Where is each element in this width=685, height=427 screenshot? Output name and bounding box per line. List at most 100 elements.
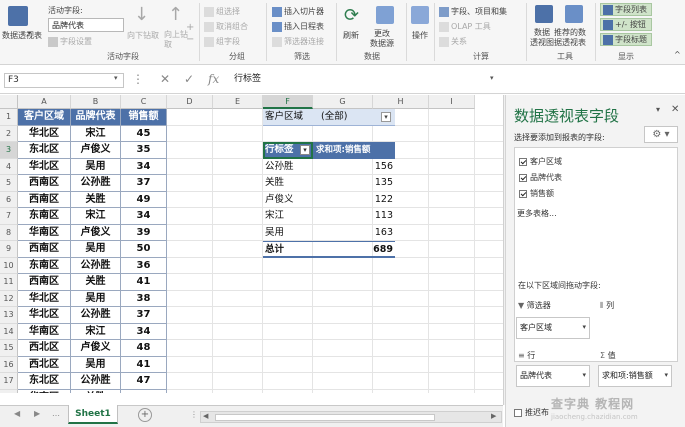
pivot-chart-button[interactable]: 数据 透视图	[530, 28, 554, 48]
pivot-row-name[interactable]: 宋江	[263, 208, 313, 225]
checkbox-checked-icon[interactable]	[519, 173, 527, 182]
table-cell[interactable]: 西南区	[18, 191, 71, 208]
row-item-rep[interactable]: 品牌代表 ▾	[516, 365, 590, 387]
more-tables-link[interactable]: 更多表格...	[517, 208, 557, 219]
row-header-7[interactable]: 7	[0, 208, 18, 225]
name-box-dropdown-icon[interactable]: ▾	[114, 74, 118, 82]
column-header-g[interactable]: G	[313, 95, 373, 109]
column-header-h[interactable]: H	[373, 95, 429, 109]
row-header-3[interactable]: 3	[0, 142, 18, 159]
table-cell[interactable]: 华北区	[18, 125, 71, 142]
column-header-f[interactable]: F	[263, 95, 313, 109]
table-cell[interactable]: 47	[121, 373, 167, 390]
table-cell[interactable]: 卢俊义	[71, 340, 121, 357]
table-header-cell[interactable]: 品牌代表	[71, 109, 121, 126]
pivot-row-value[interactable]: 156	[313, 159, 395, 176]
table-cell[interactable]: 关胜	[71, 389, 121, 393]
table-cell[interactable]: 西南区	[18, 274, 71, 291]
table-cell[interactable]: 公孙胜	[71, 257, 121, 274]
pivot-table-button[interactable]: 数据透视表	[2, 30, 42, 41]
table-cell[interactable]: 49	[121, 191, 167, 208]
pivot-row-value[interactable]: 122	[313, 192, 395, 209]
field-item-sales[interactable]: 销售额	[519, 188, 554, 199]
table-cell[interactable]: 华南区	[18, 323, 71, 340]
scroll-left-icon[interactable]: ◀	[203, 412, 208, 420]
row-header-16[interactable]: 16	[0, 356, 18, 373]
table-cell[interactable]: 34	[121, 158, 167, 175]
worksheet-grid[interactable]: ABCDEFGHI 12345678910111213141516171819 …	[0, 95, 503, 393]
field-headers-button[interactable]: 字段标题	[600, 33, 652, 46]
drill-down-button[interactable]: 向下钻取	[127, 30, 159, 41]
split-handle-icon[interactable]: ⋮	[190, 410, 198, 419]
pivot-row-value[interactable]: 163	[313, 225, 395, 242]
pivot-row-value[interactable]: 113	[313, 208, 395, 225]
table-cell[interactable]: 45	[121, 125, 167, 142]
table-cell[interactable]: 东南区	[18, 208, 71, 225]
add-sheet-icon[interactable]: +	[138, 408, 152, 422]
row-header-1[interactable]: 1	[0, 109, 18, 126]
pivot-value-header[interactable]: 求和项:销售额	[313, 142, 395, 159]
table-cell[interactable]: 36	[121, 257, 167, 274]
insert-function-icon[interactable]: fx	[208, 72, 219, 86]
column-header-i[interactable]: I	[429, 95, 475, 109]
table-cell[interactable]: 公孙胜	[71, 175, 121, 192]
column-header-b[interactable]: B	[71, 95, 121, 109]
table-cell[interactable]: 华南区	[18, 224, 71, 241]
olap-tools-button[interactable]: OLAP 工具	[439, 21, 491, 32]
group-selection-button[interactable]: 组选择	[204, 6, 240, 17]
table-cell[interactable]: 西南区	[18, 175, 71, 192]
pivot-row-name[interactable]: 吴用	[263, 225, 313, 242]
row-header-8[interactable]: 8	[0, 224, 18, 241]
table-cell[interactable]: 38	[121, 290, 167, 307]
row-header-15[interactable]: 15	[0, 340, 18, 357]
expand-formula-icon[interactable]: ▾	[490, 74, 494, 82]
table-cell[interactable]: 39	[121, 224, 167, 241]
collapse-field-icon[interactable]: −	[186, 34, 194, 45]
select-all-corner[interactable]	[0, 95, 18, 109]
field-settings-button[interactable]: 字段设置	[48, 36, 92, 47]
formula-input[interactable]: 行标签	[234, 73, 499, 88]
table-cell[interactable]: 西南区	[18, 241, 71, 258]
table-header-cell[interactable]: 销售额	[121, 109, 167, 126]
row-header-11[interactable]: 11	[0, 274, 18, 291]
cancel-icon[interactable]: ✕	[160, 72, 170, 86]
checkbox-checked-icon[interactable]	[519, 157, 527, 166]
table-cell[interactable]: 东北区	[18, 142, 71, 159]
table-cell[interactable]: 吴用	[71, 290, 121, 307]
fields-items-button[interactable]: 字段、项目和集	[439, 6, 507, 17]
table-cell[interactable]: 华北区	[18, 158, 71, 175]
row-header-18[interactable]: 18	[0, 389, 18, 393]
pivot-row-value[interactable]: 135	[313, 175, 395, 192]
table-cell[interactable]: 东北区	[18, 373, 71, 390]
table-cell[interactable]: 东南区	[18, 257, 71, 274]
column-header-d[interactable]: D	[167, 95, 213, 109]
expand-field-icon[interactable]: +	[186, 22, 194, 33]
column-header-e[interactable]: E	[213, 95, 263, 109]
table-cell[interactable]: 华北区	[18, 290, 71, 307]
row-header-10[interactable]: 10	[0, 257, 18, 274]
column-header-a[interactable]: A	[18, 95, 71, 109]
gear-icon[interactable]: ⚙ ▾	[644, 126, 678, 143]
table-cell[interactable]: 41	[121, 356, 167, 373]
enter-icon[interactable]: ✓	[184, 72, 194, 86]
next-sheet-icon[interactable]: ▶	[34, 409, 40, 418]
group-field-button[interactable]: 组字段	[204, 36, 240, 47]
insert-timeline-button[interactable]: 插入日程表	[272, 21, 324, 32]
table-cell[interactable]: 41	[121, 274, 167, 291]
table-cell[interactable]: 公孙胜	[71, 307, 121, 324]
pivot-row-name[interactable]: 公孙胜	[263, 159, 313, 176]
checkbox-checked-icon[interactable]	[519, 189, 527, 198]
row-label-dropdown-icon[interactable]: ▾	[300, 145, 310, 155]
table-cell[interactable]: 吴用	[71, 241, 121, 258]
field-list-button[interactable]: 字段列表	[600, 3, 652, 16]
actions-button[interactable]: 操作	[412, 30, 428, 41]
pivot-row-name[interactable]: 卢俊义	[263, 192, 313, 209]
row-header-12[interactable]: 12	[0, 290, 18, 307]
row-header-13[interactable]: 13	[0, 307, 18, 324]
table-cell[interactable]: 西北区	[18, 340, 71, 357]
table-cell[interactable]: 48	[121, 340, 167, 357]
pivot-table-icon[interactable]	[8, 6, 28, 26]
table-cell[interactable]: 卢俊义	[71, 224, 121, 241]
table-cell[interactable]: 关胜	[71, 191, 121, 208]
row-header-5[interactable]: 5	[0, 175, 18, 192]
